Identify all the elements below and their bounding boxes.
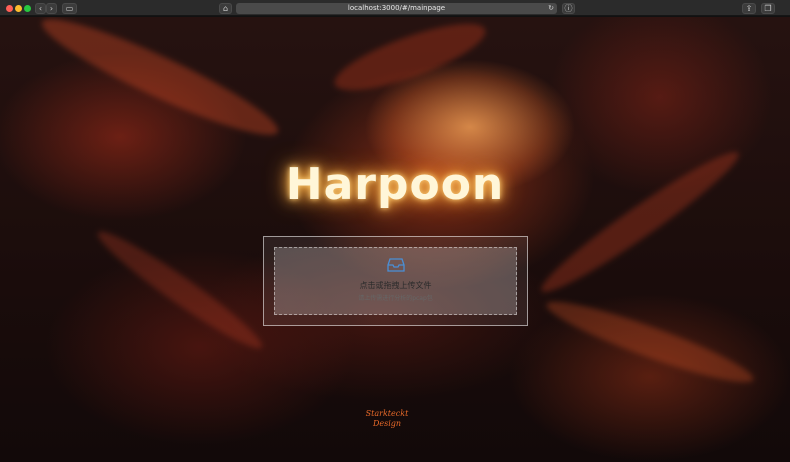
share-button[interactable]: ⇪ (742, 3, 756, 14)
share-icon: ⇪ (745, 4, 753, 13)
home-icon: ⌂ (222, 4, 229, 13)
url-text: localhost:3000/#/mainpage (347, 4, 446, 12)
signature-line-1: Starkteckt (365, 409, 409, 418)
zoom-window-button[interactable] (24, 5, 31, 12)
page-background: Harpoon 点击或拖拽上传文件 请上传需进行分析的pcap包 Starkte… (0, 17, 790, 462)
nebula-streak (327, 17, 493, 104)
forward-button[interactable]: › (46, 3, 57, 14)
designer-signature: Starkteckt Design (352, 409, 422, 435)
nebula-streak (90, 221, 270, 359)
chevron-left-icon: ‹ (38, 4, 43, 13)
info-icon: ⓘ (564, 4, 573, 13)
inbox-icon (387, 258, 405, 272)
nebula-streak (33, 17, 287, 151)
reload-icon[interactable]: ↻ (548, 3, 554, 14)
tabs-icon: ❐ (764, 4, 772, 13)
home-button[interactable]: ⌂ (219, 3, 232, 14)
upload-panel: 点击或拖拽上传文件 请上传需进行分析的pcap包 (263, 236, 528, 326)
browser-toolbar: ‹ › ▭ ⌂ localhost:3000/#/mainpage ↻ ⓘ ⇪ … (0, 0, 790, 16)
signature-line-2: Design (372, 419, 402, 428)
nebula-streak (541, 290, 759, 394)
page-title: Harpoon (285, 159, 505, 210)
sidebar-icon: ▭ (65, 4, 74, 13)
back-button[interactable]: ‹ (35, 3, 46, 14)
page-info-button[interactable]: ⓘ (562, 3, 575, 14)
close-window-button[interactable] (6, 5, 13, 12)
minimize-window-button[interactable] (15, 5, 22, 12)
chevron-right-icon: › (49, 4, 54, 13)
upload-hint: 请上传需进行分析的pcap包 (358, 295, 433, 302)
address-bar[interactable]: localhost:3000/#/mainpage ↻ (236, 3, 557, 14)
tab-overview-button[interactable]: ❐ (761, 3, 775, 14)
upload-prompt: 点击或拖拽上传文件 (359, 281, 432, 290)
sidebar-toggle-button[interactable]: ▭ (62, 3, 77, 14)
upload-dropzone[interactable]: 点击或拖拽上传文件 请上传需进行分析的pcap包 (274, 247, 517, 315)
